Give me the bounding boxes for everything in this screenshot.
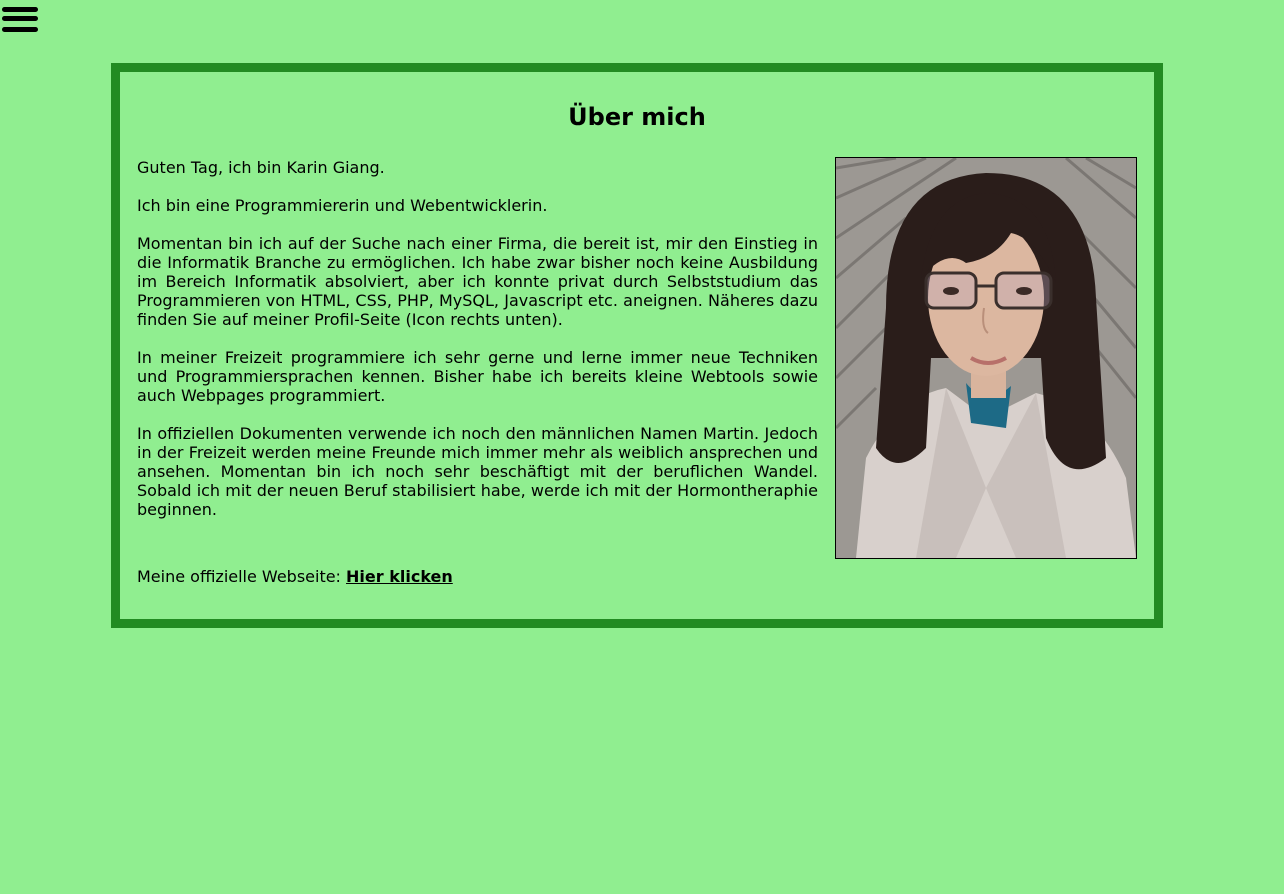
profile-photo: [835, 157, 1137, 559]
website-line: Meine offizielle Webseite: Hier klicken: [137, 567, 453, 586]
about-text: Guten Tag, ich bin Karin Giang. Ich bin …: [137, 158, 818, 538]
profession-paragraph: Ich bin eine Programmiererin und Webentw…: [137, 196, 548, 215]
hobby-paragraph: In meiner Freizeit programmiere ich sehr…: [137, 348, 818, 405]
about-panel: Über mich Guten Tag, ich bin Karin Giang…: [111, 63, 1163, 628]
hamburger-bar: [2, 16, 38, 21]
hamburger-menu-button[interactable]: [2, 6, 38, 34]
personal-paragraph: In offiziellen Dokumenten verwende ich n…: [137, 424, 818, 519]
page-title: Über mich: [568, 103, 706, 131]
website-link[interactable]: Hier klicken: [346, 567, 453, 586]
hamburger-bar: [2, 27, 38, 32]
intro-paragraph: Guten Tag, ich bin Karin Giang.: [137, 158, 385, 177]
job-search-paragraph: Momentan bin ich auf der Suche nach eine…: [137, 234, 818, 329]
hamburger-menu-icon: [2, 7, 38, 12]
website-label: Meine offizielle Webseite:: [137, 567, 347, 586]
